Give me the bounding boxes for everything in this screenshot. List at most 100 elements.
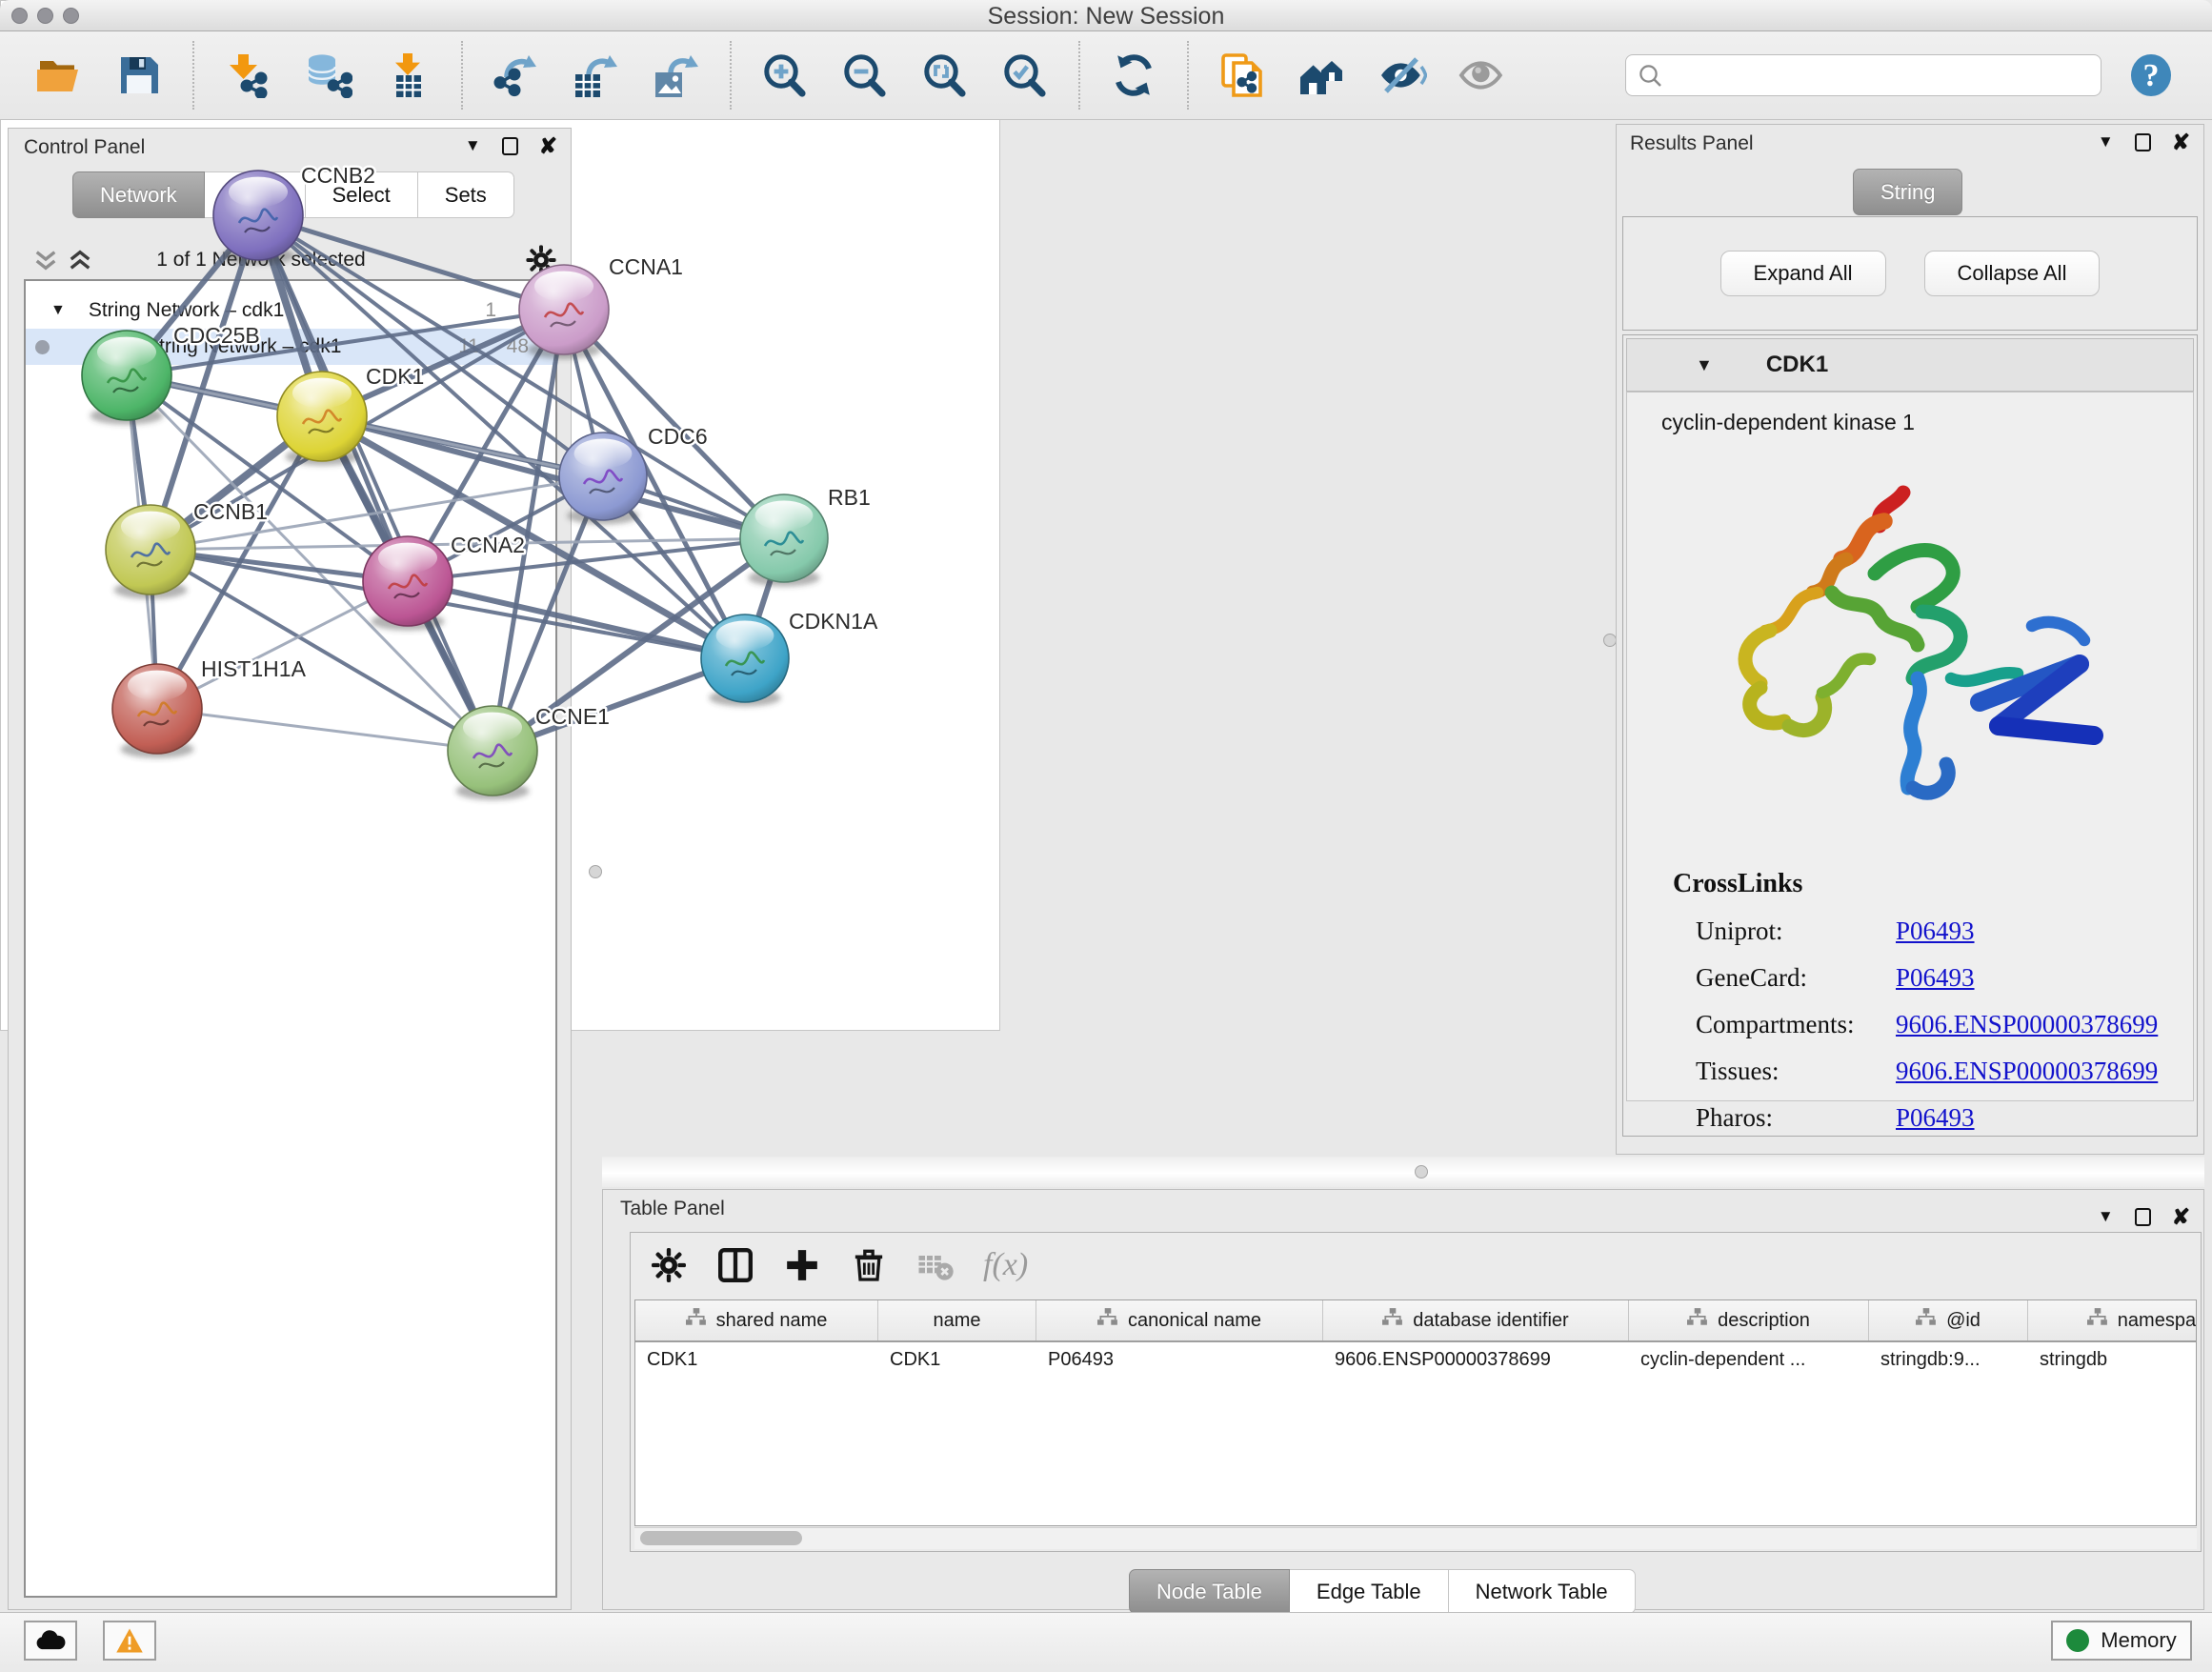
network-node: CCNA1 (519, 254, 683, 359)
crosslink-row: Pharos: P06493 (1673, 1103, 2158, 1133)
column-type-icon (1382, 1308, 1403, 1333)
crosslinks-section: CrossLinks Uniprot: P06493 GeneCard: P06… (1673, 869, 2158, 1150)
node-label: CDC25B (173, 323, 260, 348)
cloud-status-button[interactable] (24, 1621, 77, 1661)
column-header-name[interactable]: name (878, 1300, 1036, 1340)
crosslink-label: Uniprot: (1696, 917, 1896, 946)
search-input[interactable] (1625, 54, 2101, 96)
results-panel-title: Results Panel (1630, 132, 1754, 155)
node-label: CCNB2 (301, 163, 375, 188)
copy-network-icon[interactable] (1217, 52, 1267, 98)
column-type-icon (686, 1308, 707, 1333)
panel-menu-icon[interactable]: ▼ (2098, 132, 2114, 151)
results-panel: Results Panel ▼ ✘ String Expand All Coll… (1616, 124, 2204, 1155)
panel-close-icon[interactable]: ✘ (2172, 133, 2190, 151)
splitter-handle[interactable] (1603, 634, 1617, 647)
create-column-plus-icon[interactable] (783, 1246, 821, 1284)
table-toolbar: f(x) (631, 1233, 2201, 1298)
network-node: HIST1H1A (112, 656, 307, 758)
table-cell[interactable]: 9606.ENSP00000378699 (1323, 1342, 1629, 1379)
column-header--id[interactable]: @id (1869, 1300, 2028, 1340)
crosslink-link[interactable]: P06493 (1896, 1103, 1975, 1133)
table-cell[interactable]: cyclin-dependent ... (1629, 1342, 1869, 1379)
search-icon (1637, 62, 1665, 91)
table-header-row: shared namenamecanonical namedatabase id… (635, 1300, 2196, 1342)
network-edge (157, 709, 493, 751)
node-section-header[interactable]: ▼ CDK1 (1626, 338, 2194, 392)
crosslink-link[interactable]: P06493 (1896, 963, 1975, 993)
table-cell[interactable]: CDK1 (635, 1342, 878, 1379)
table-cell[interactable]: P06493 (1036, 1342, 1323, 1379)
help-icon[interactable]: ? (2126, 52, 2176, 98)
delete-table-icon-disabled (916, 1246, 955, 1284)
warning-status-button[interactable] (103, 1621, 156, 1661)
memory-button[interactable]: Memory (2051, 1621, 2192, 1661)
network-canvas[interactable]: CCNB2CCNA1CDC25BCDK1CDC6RB1CCNB1CCNA2CDK… (0, 0, 998, 976)
horizontal-splitter[interactable] (602, 1157, 2204, 1187)
zoom-selected-icon[interactable] (1000, 52, 1050, 98)
column-header-database-identifier[interactable]: database identifier (1323, 1300, 1629, 1340)
hide-panel-eye-icon[interactable] (1377, 52, 1427, 98)
node-label: RB1 (828, 485, 871, 510)
network-node: CCNA2 (363, 533, 525, 631)
crosslink-row: Compartments: 9606.ENSP00000378699 (1673, 1010, 2158, 1039)
splitter-handle[interactable] (1415, 1165, 1428, 1178)
network-node: CCNE1 (448, 704, 610, 800)
table-row[interactable]: CDK1CDK1P064939606.ENSP00000378699cyclin… (635, 1342, 2196, 1379)
panel-float-icon[interactable] (2135, 1208, 2151, 1226)
attribute-browser: f(x) shared namenamecanonical namedataba… (630, 1232, 2202, 1552)
column-type-icon (1916, 1308, 1937, 1333)
node-attribute-table: shared namenamecanonical namedatabase id… (634, 1299, 2197, 1526)
tab-string[interactable]: String (1853, 169, 1962, 215)
crosslink-link[interactable]: 9606.ENSP00000378699 (1896, 1010, 2158, 1039)
node-label: CDC6 (648, 424, 708, 449)
search-field (1625, 54, 2101, 96)
column-header-description[interactable]: description (1629, 1300, 1869, 1340)
crosslink-row: GeneCard: P06493 (1673, 963, 2158, 993)
table-panel-title: Table Panel (620, 1198, 725, 1220)
function-builder-icon-disabled: f(x) (983, 1247, 1028, 1283)
scrollbar-thumb[interactable] (640, 1531, 802, 1545)
network-node: CDKN1A (701, 609, 878, 707)
table-options-gear-icon[interactable] (650, 1246, 688, 1284)
node-label: CDK1 (366, 364, 424, 389)
crosslink-label: Tissues: (1696, 1057, 1896, 1086)
crosslink-label: Pharos: (1696, 1103, 1896, 1133)
show-all-networks-icon[interactable] (1297, 52, 1347, 98)
expand-all-button[interactable]: Expand All (1720, 251, 1886, 296)
section-node-name: CDK1 (1766, 352, 1828, 378)
column-type-icon (2087, 1308, 2108, 1333)
network-edge (258, 215, 564, 310)
crosslink-link[interactable]: P06493 (1896, 917, 1975, 946)
panel-float-icon[interactable] (2135, 133, 2151, 151)
table-cell[interactable]: stringdb:9... (1869, 1342, 2028, 1379)
node-label: CCNE1 (535, 704, 610, 729)
tab-node-table[interactable]: Node Table (1129, 1569, 1290, 1614)
column-header-namespace[interactable]: namespace (2028, 1300, 2197, 1340)
delete-column-trash-icon[interactable] (850, 1246, 888, 1284)
table-cell[interactable]: stringdb (2028, 1342, 2197, 1379)
refresh-layout-icon[interactable] (1109, 52, 1158, 98)
cloud-icon (34, 1628, 67, 1653)
crosslink-row: Uniprot: P06493 (1673, 917, 2158, 946)
table-cell[interactable]: CDK1 (878, 1342, 1036, 1379)
node-label: HIST1H1A (201, 656, 307, 681)
table-horizontal-scrollbar[interactable] (634, 1527, 2197, 1549)
svg-text:?: ? (2143, 58, 2160, 93)
show-panel-eye-icon[interactable] (1458, 52, 1507, 98)
show-columns-icon[interactable] (716, 1246, 754, 1284)
tab-edge-table[interactable]: Edge Table (1290, 1569, 1449, 1614)
column-header-shared-name[interactable]: shared name (635, 1300, 878, 1340)
results-scroll-area: ▼ CDK1 cyclin-dependent kinase 1 (1622, 334, 2198, 1137)
panel-menu-icon[interactable]: ▼ (2098, 1207, 2114, 1226)
panel-close-icon[interactable]: ✘ (2172, 1208, 2190, 1226)
memory-status-dot-icon (2066, 1629, 2089, 1652)
collapse-all-button[interactable]: Collapse All (1924, 251, 2101, 296)
column-type-icon (1687, 1308, 1708, 1333)
tab-network-table[interactable]: Network Table (1449, 1569, 1636, 1614)
warning-icon (115, 1627, 144, 1654)
section-collapse-icon[interactable]: ▼ (1696, 355, 1713, 375)
node-section-body: cyclin-dependent kinase 1 (1626, 392, 2194, 1101)
column-header-canonical-name[interactable]: canonical name (1036, 1300, 1323, 1340)
crosslink-link[interactable]: 9606.ENSP00000378699 (1896, 1057, 2158, 1086)
